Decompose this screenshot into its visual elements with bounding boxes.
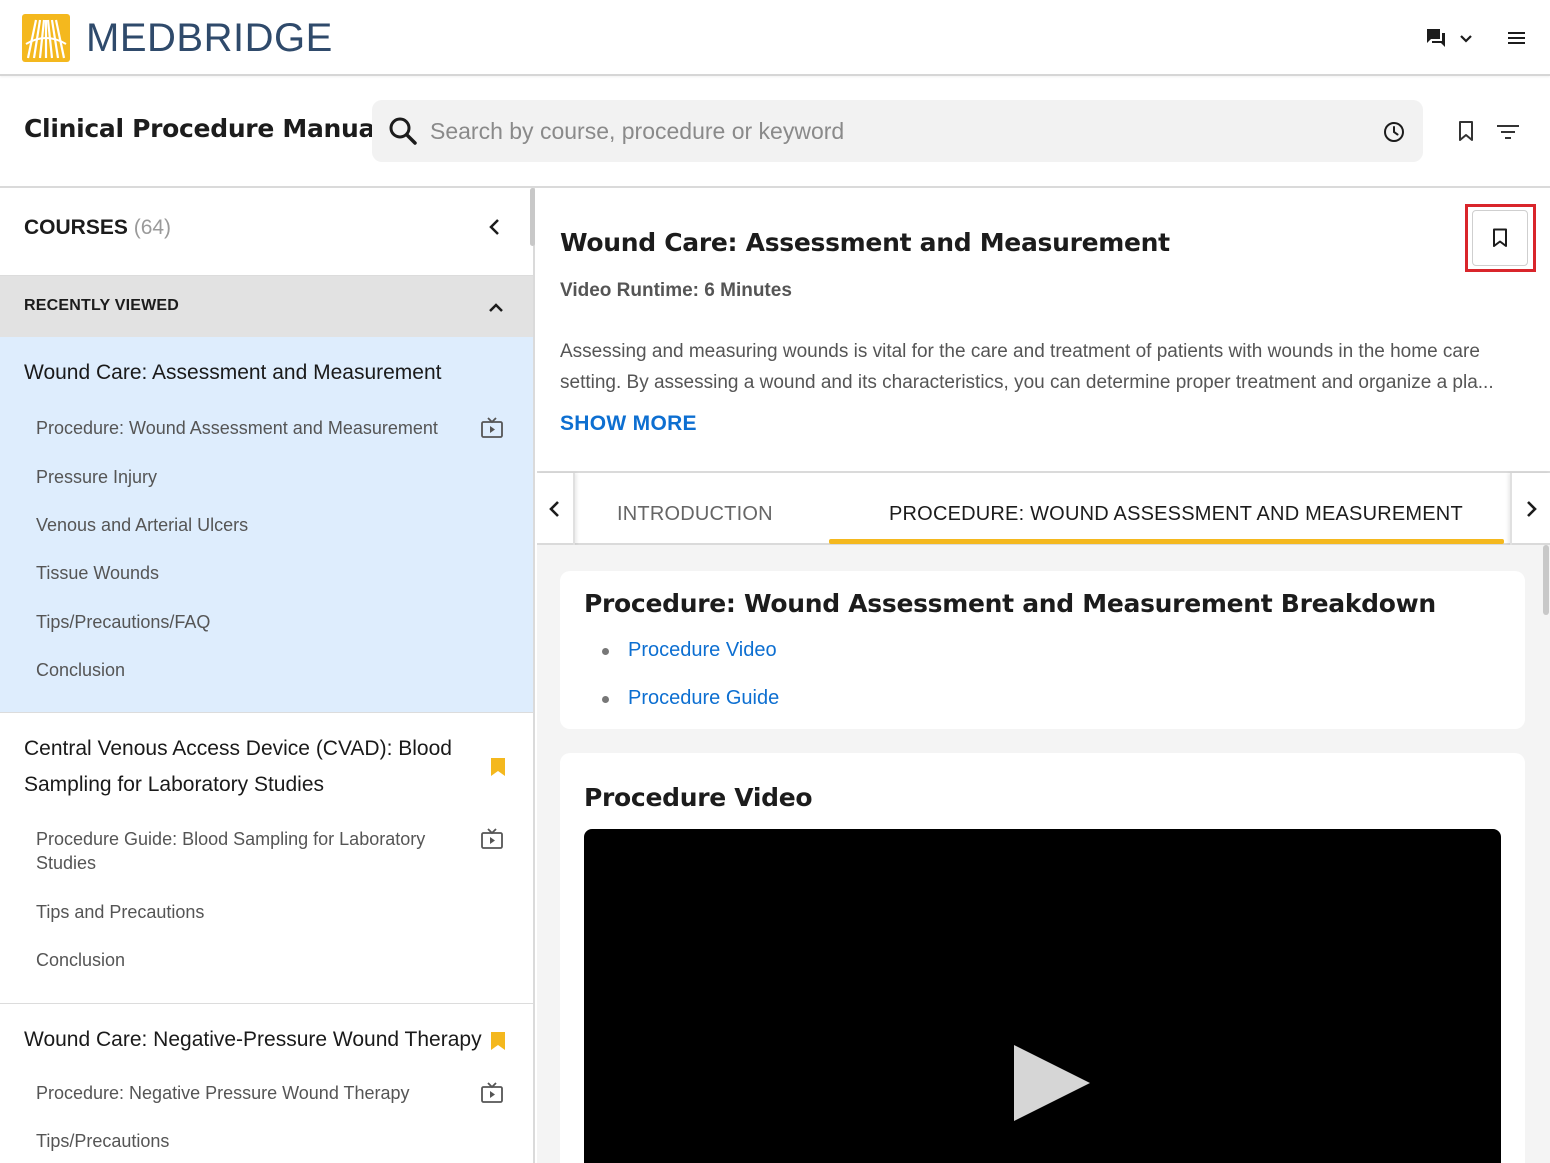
chevron-right-icon xyxy=(1527,501,1537,517)
courses-heading: COURSES (64) xyxy=(24,216,171,240)
video-icon xyxy=(481,828,503,849)
course-item[interactable]: Tips and Precautions xyxy=(36,900,204,924)
medbridge-logo-icon xyxy=(22,14,70,62)
recently-viewed-header[interactable]: RECENTLY VIEWED xyxy=(0,276,533,337)
video-player[interactable] xyxy=(584,829,1501,1163)
tabs-scroll-right-button[interactable] xyxy=(1510,473,1550,545)
procedure-video-link[interactable]: Procedure Video xyxy=(628,639,777,662)
procedure-video-card: Procedure Video xyxy=(560,753,1525,1163)
courses-label: COURSES xyxy=(24,216,128,239)
course-item[interactable]: Procedure: Wound Assessment and Measurem… xyxy=(36,416,438,440)
video-icon xyxy=(481,1082,503,1103)
video-icon xyxy=(481,417,503,438)
tab-content: Procedure: Wound Assessment and Measurem… xyxy=(537,545,1550,1163)
bookmark-filled-icon[interactable] xyxy=(490,1031,506,1051)
page-header: Clinical Procedure Manual xyxy=(0,78,1550,188)
highlight-box xyxy=(1465,204,1536,272)
course-item[interactable]: Tips/Precautions xyxy=(36,1129,169,1153)
search-bar[interactable] xyxy=(372,100,1423,162)
course-item[interactable]: Venous and Arterial Ulcers xyxy=(36,513,248,537)
course-detail-panel: Wound Care: Assessment and Measurement V… xyxy=(537,188,1550,1163)
course-description: Assessing and measuring wounds is vital … xyxy=(560,336,1525,398)
course-item[interactable]: Tips/Precautions/FAQ xyxy=(36,610,210,634)
brand-name: MEDBRIDGE xyxy=(86,16,333,60)
course-item[interactable]: Conclusion xyxy=(36,948,125,972)
collapse-sidebar-chevron-left-icon[interactable] xyxy=(484,216,506,238)
courses-count: (64) xyxy=(133,216,172,239)
course-title[interactable]: Wound Care: Negative-Pressure Wound Ther… xyxy=(24,1022,484,1058)
bullet xyxy=(602,696,609,703)
history-clock-icon[interactable] xyxy=(1382,120,1406,144)
content-scrollbar[interactable] xyxy=(1543,545,1549,615)
messages-menu-button[interactable] xyxy=(1424,26,1476,50)
top-navigation-bar: MEDBRIDGE xyxy=(0,0,1550,76)
course-title[interactable]: Central Venous Access Device (CVAD): Blo… xyxy=(24,731,474,803)
play-icon[interactable] xyxy=(1012,1043,1092,1123)
procedure-video-title: Procedure Video xyxy=(584,783,813,812)
chat-bubbles-icon xyxy=(1427,29,1445,47)
show-more-link[interactable]: SHOW MORE xyxy=(560,412,697,436)
hamburger-menu-icon xyxy=(1508,32,1525,44)
courses-sidebar: COURSES (64) RECENTLY VIEWED Wound Care:… xyxy=(0,188,535,1163)
course-item[interactable]: Pressure Injury xyxy=(36,465,157,489)
filter-icon[interactable] xyxy=(1496,122,1520,142)
course-group-wound-assessment: Wound Care: Assessment and Measurement P… xyxy=(0,337,533,713)
active-tab-indicator xyxy=(829,539,1504,544)
tabs-scroll-left-button[interactable] xyxy=(537,473,575,545)
procedure-guide-link[interactable]: Procedure Guide xyxy=(628,687,779,710)
page-title: Clinical Procedure Manual xyxy=(24,114,384,143)
chevron-down-icon xyxy=(1460,35,1472,43)
breakdown-card: Procedure: Wound Assessment and Measurem… xyxy=(560,571,1525,729)
course-item[interactable]: Tissue Wounds xyxy=(36,561,159,585)
bullet xyxy=(602,648,609,655)
chevron-up-icon[interactable] xyxy=(486,298,506,318)
bookmark-filled-icon[interactable] xyxy=(490,757,506,777)
video-runtime: Video Runtime: 6 Minutes xyxy=(560,280,792,301)
chevron-left-icon xyxy=(549,501,559,517)
search-icon xyxy=(389,117,417,145)
course-group-cvad: Central Venous Access Device (CVAD): Blo… xyxy=(0,713,533,1004)
breakdown-title: Procedure: Wound Assessment and Measurem… xyxy=(584,589,1436,618)
tab-introduction[interactable]: INTRODUCTION xyxy=(617,503,773,526)
course-group-npwt: Wound Care: Negative-Pressure Wound Ther… xyxy=(0,1004,533,1163)
description-line: Assessing and measuring wounds is vital … xyxy=(560,341,1480,362)
description-line: setting. By assessing a wound and its ch… xyxy=(560,372,1494,393)
course-title-heading: Wound Care: Assessment and Measurement xyxy=(560,228,1170,257)
sidebar-scrollbar[interactable] xyxy=(530,188,535,246)
course-item[interactable]: Procedure Guide: Blood Sampling for Labo… xyxy=(36,827,456,875)
course-item[interactable]: Conclusion xyxy=(36,658,125,682)
section-tabs: INTRODUCTION PROCEDURE: WOUND ASSESSMENT… xyxy=(537,471,1550,545)
bookmarks-icon[interactable] xyxy=(1455,120,1477,142)
hamburger-menu-button[interactable] xyxy=(1504,26,1528,55)
recently-viewed-label: RECENTLY VIEWED xyxy=(24,297,180,314)
course-title[interactable]: Wound Care: Assessment and Measurement xyxy=(24,355,464,391)
search-input[interactable] xyxy=(430,100,1370,162)
courses-header: COURSES (64) xyxy=(0,188,533,276)
course-item[interactable]: Procedure: Negative Pressure Wound Thera… xyxy=(36,1081,410,1105)
tab-procedure-wound-assessment[interactable]: PROCEDURE: WOUND ASSESSMENT AND MEASUREM… xyxy=(889,503,1463,526)
brand-logo[interactable]: MEDBRIDGE xyxy=(22,14,333,62)
